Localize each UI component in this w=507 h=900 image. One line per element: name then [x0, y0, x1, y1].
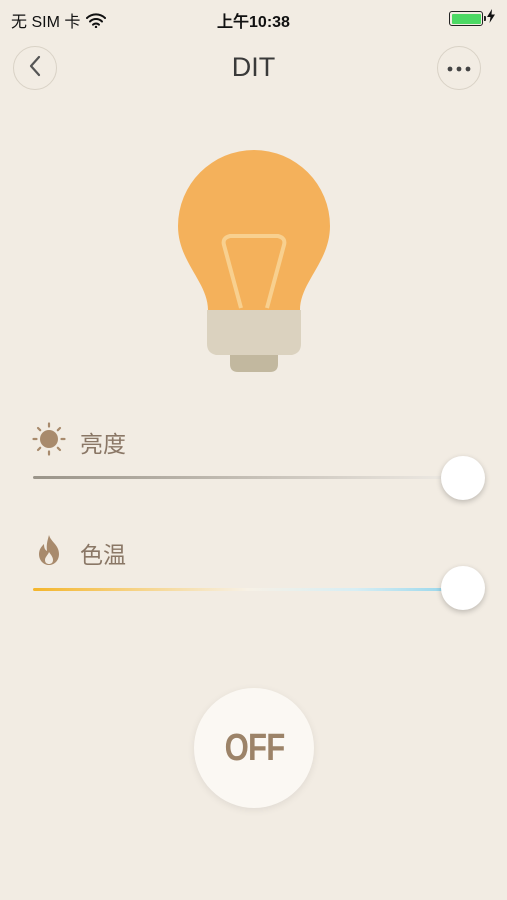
light-bulb-icon: [176, 150, 332, 380]
battery-tip: [484, 16, 486, 21]
brightness-slider-track[interactable]: [33, 476, 463, 479]
nav-bar: DIT: [0, 36, 507, 100]
brightness-label: 亮度: [80, 430, 126, 457]
sun-icon: [32, 422, 66, 461]
page-title: DIT: [231, 52, 276, 82]
charging-icon: [487, 9, 495, 28]
color-temperature-slider-track[interactable]: [33, 588, 463, 591]
color-temperature-label-row: 色温: [32, 533, 126, 572]
battery-group: [449, 9, 495, 28]
battery-fill: [451, 13, 481, 24]
flame-icon: [32, 533, 66, 572]
more-icon: [447, 59, 471, 77]
color-temperature-slider-thumb[interactable]: [441, 566, 485, 610]
more-button[interactable]: [437, 46, 481, 90]
status-bar: 无 SIM 卡 上午10:38: [0, 0, 507, 36]
brightness-label-row: 亮度: [32, 422, 126, 461]
power-button-label: OFF: [224, 726, 285, 769]
power-button[interactable]: OFF: [194, 688, 314, 808]
brightness-slider-thumb[interactable]: [441, 456, 485, 500]
status-time: 上午10:38: [217, 14, 290, 31]
battery-icon: [449, 11, 486, 26]
color-temperature-label: 色温: [80, 541, 126, 568]
